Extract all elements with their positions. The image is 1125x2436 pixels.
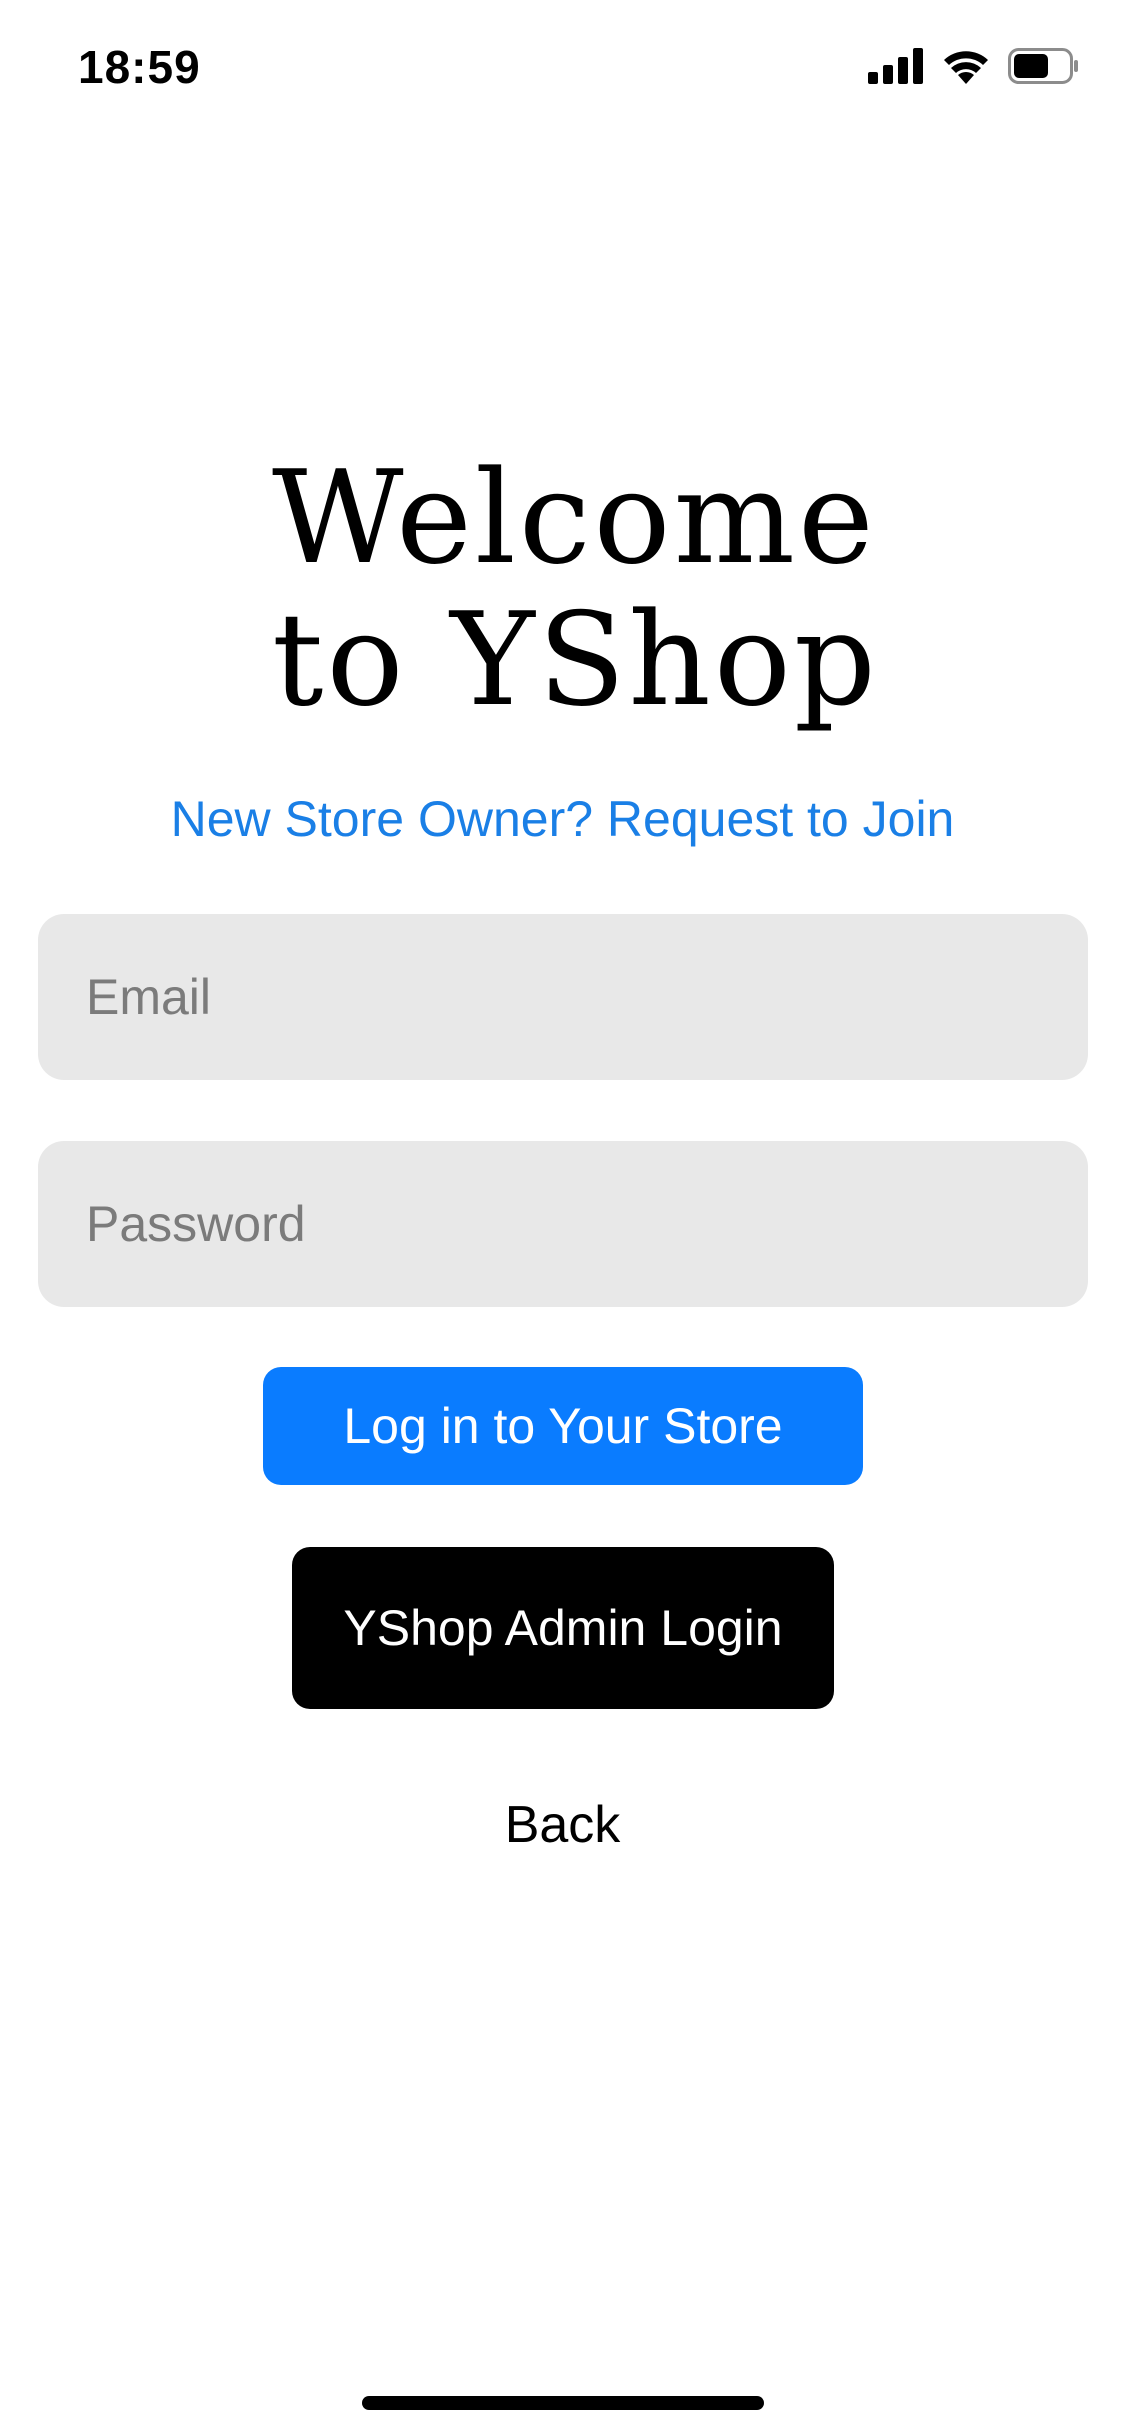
email-field[interactable] <box>38 914 1088 1080</box>
back-button[interactable]: Back <box>0 1795 1125 1855</box>
status-bar: 18:59 <box>0 0 1125 140</box>
welcome-title: Welcome to YShop <box>272 448 972 732</box>
welcome-title-line-2: to YShop <box>272 586 879 735</box>
password-field[interactable] <box>38 1141 1088 1307</box>
login-to-store-button[interactable]: Log in to Your Store <box>263 1367 863 1485</box>
home-indicator[interactable] <box>362 2396 764 2410</box>
welcome-title-line-1: Welcome <box>272 444 877 593</box>
wifi-icon <box>942 48 990 89</box>
status-icons <box>868 46 1080 90</box>
status-time: 18:59 <box>78 41 201 93</box>
request-to-join-link[interactable]: New Store Owner? Request to Join <box>0 790 1125 848</box>
admin-login-button[interactable]: YShop Admin Login <box>292 1547 834 1709</box>
battery-icon <box>1008 47 1080 89</box>
cellular-signal-icon <box>868 47 924 89</box>
